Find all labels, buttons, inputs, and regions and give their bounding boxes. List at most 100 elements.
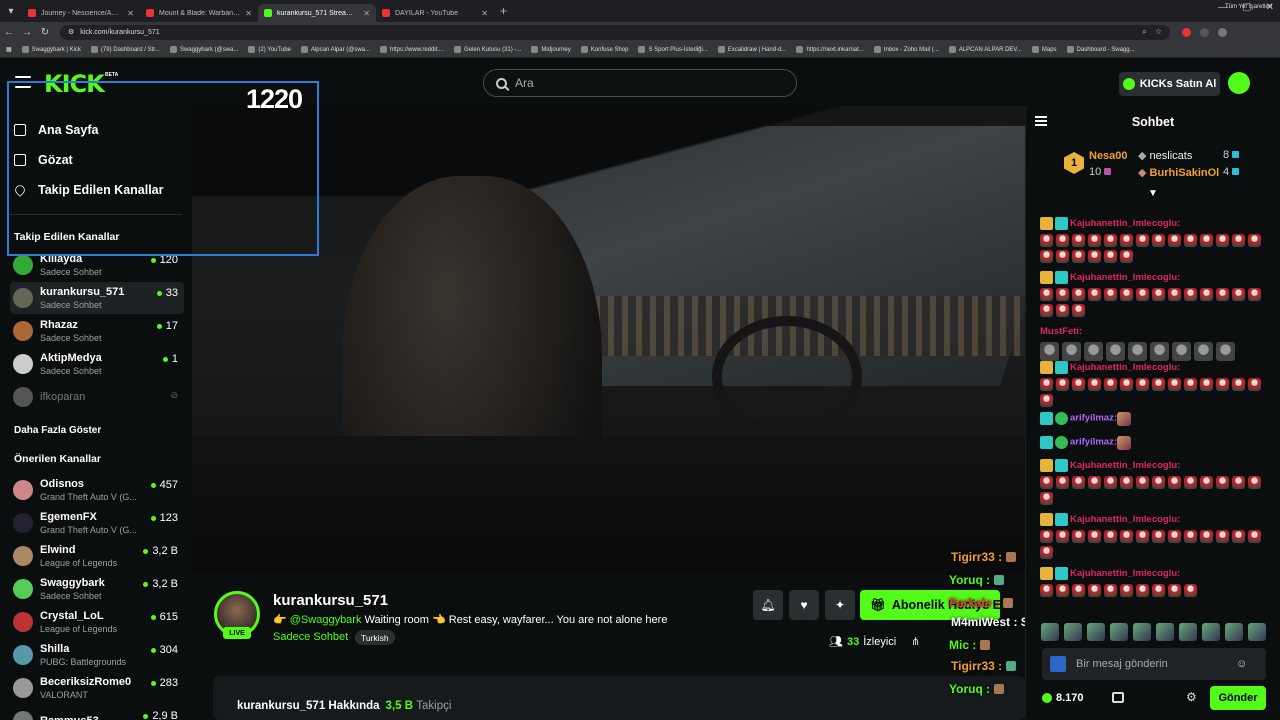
kick-logo[interactable]: KICK [44, 70, 105, 98]
bookmark-item[interactable]: ALPCAN ALPAR DEV... [948, 46, 1022, 53]
all-bookmarks-link[interactable]: Tüm Yer İşaretleri [1225, 4, 1272, 10]
browser-tab[interactable]: DAYILAR - YouTube ✕ [376, 4, 494, 22]
stream-category[interactable]: Sadece Sohbet [273, 631, 348, 643]
kicks-balance[interactable]: 8.170 [1042, 692, 1084, 704]
emote-icon[interactable] [1202, 623, 1220, 641]
channel-row[interactable]: Rammus532,9 B [10, 705, 184, 720]
close-icon[interactable]: ✕ [363, 9, 370, 18]
browser-tab[interactable]: Journey - Nescience/Apotheosis ✕ [22, 4, 140, 22]
share-icon[interactable]: ⋔ [911, 635, 920, 648]
extension-icon[interactable] [1182, 27, 1191, 37]
channel-row[interactable]: Rhazaz Sadece Sohbet 17 [10, 315, 184, 347]
store-icon[interactable] [1112, 692, 1124, 703]
channel-row[interactable]: Crystal_LoL League of Legends 615 [10, 606, 184, 638]
nav-home[interactable]: Ana Sayfa [0, 115, 192, 145]
bookmark-item[interactable]: Maps [1031, 46, 1057, 53]
channel-row[interactable]: BeceriksizRome0 VALORANT 283 [10, 672, 184, 704]
nav-following[interactable]: Takip Edilen Kanallar [0, 175, 192, 205]
leader-second-name[interactable]: ◆ neslicats [1138, 149, 1192, 162]
chat-message-input[interactable] [1076, 658, 1226, 670]
send-button[interactable]: Gönder [1210, 686, 1266, 710]
bookmark-item[interactable]: Gelen Kutusu (31) -... [454, 46, 521, 53]
clip-button[interactable]: ✦ [825, 590, 855, 620]
tab-search-icon[interactable]: ▾ [0, 0, 22, 22]
bookmark-item[interactable]: Excalidraw | Hand-d... [717, 46, 786, 53]
emoji-picker-icon[interactable]: ☺ [1236, 658, 1247, 670]
channel-row[interactable]: Swaggybark Sadece Sohbet 3,2 B [10, 573, 184, 605]
leader-third-name[interactable]: ◆ BurhiSakinOl [1138, 166, 1219, 179]
forward-icon[interactable]: → [18, 27, 36, 38]
channel-row[interactable]: AktipMedya Sadece Sohbet 1 [10, 348, 184, 380]
channel-row[interactable]: Elwind League of Legends 3,2 B [10, 540, 184, 572]
emote-icon[interactable] [1156, 623, 1174, 641]
extension-icon[interactable] [1200, 27, 1209, 37]
chat-username[interactable]: Kajuhanettin_Imlecoglu: [1070, 272, 1180, 283]
apps-icon[interactable]: ▦ [6, 46, 12, 53]
channel-row[interactable]: Shilla PUBG: Battlegrounds 304 [10, 639, 184, 671]
channel-row[interactable]: ifkoparan ⊘ [10, 381, 184, 413]
bookmark-item[interactable]: Midjourney [531, 46, 571, 53]
new-tab-icon[interactable]: + [500, 4, 507, 18]
notification-bell-button[interactable]: 🔔︎ [753, 590, 783, 620]
channel-row[interactable]: EgemenFX Grand Theft Auto V (G... 123 [10, 507, 184, 539]
chat-username[interactable]: Kajuhanettin_Imlecoglu: [1070, 218, 1180, 229]
back-icon[interactable]: ← [0, 27, 18, 38]
browser-tab-active[interactable]: kurankursu_571 Stream - Watch ✕ [258, 4, 376, 22]
emote-icon[interactable] [1225, 623, 1243, 641]
emote-icon[interactable] [1248, 623, 1266, 641]
bookmark-item[interactable]: S Sport Plus-İstediği... [638, 46, 708, 53]
bookmark-item[interactable]: Swaggybark (@swa... [169, 46, 238, 53]
bookmark-item[interactable]: Inbox - Zoho Mail (... [873, 46, 939, 53]
bookmark-star-icon[interactable]: ☆ [1155, 27, 1162, 37]
bookmark-item[interactable]: Alpcan Alpar (@swa... [300, 46, 370, 53]
emote-icon[interactable] [1179, 623, 1197, 641]
chat-username[interactable]: Kajuhanettin_Imlecoglu: [1070, 362, 1180, 373]
collapse-chat-icon[interactable] [1035, 116, 1047, 126]
video-player[interactable] [192, 106, 1025, 574]
channel-row[interactable]: kurankursu_571 Sadece Sohbet 33 [10, 282, 184, 314]
bookmark-item[interactable]: Dashboard - Swagg... [1066, 46, 1135, 53]
streamer-name[interactable]: kurankursu_571 [273, 592, 388, 609]
close-icon[interactable]: ✕ [481, 9, 488, 18]
emote-icon[interactable] [1133, 623, 1151, 641]
bookmark-item[interactable]: https://next.inkarnat... [796, 46, 864, 53]
chat-username[interactable]: Kajuhanettin_Imlecoglu: [1070, 460, 1180, 471]
search-bar[interactable] [483, 69, 797, 97]
channel-row[interactable]: Killayda Sadece Sohbet 120 [10, 249, 184, 281]
emote-icon[interactable] [1087, 623, 1105, 641]
menu-icon[interactable] [15, 76, 31, 88]
chat-input-box[interactable]: ☺ [1042, 648, 1266, 680]
bookmark-item[interactable]: (79) Dashboard / Str... [90, 46, 160, 53]
emote-icon[interactable] [1064, 623, 1082, 641]
close-icon[interactable]: ✕ [245, 9, 252, 18]
emote-icon[interactable] [1110, 623, 1128, 641]
leader-first-name[interactable]: Nesa00 [1089, 150, 1128, 162]
channel-row[interactable]: Odisnos Grand Theft Auto V (G... 457 [10, 474, 184, 506]
language-tag[interactable]: Turkish [355, 630, 395, 645]
title-mention[interactable]: @Swaggybark [290, 614, 362, 626]
show-more-link[interactable]: Daha Fazla Göster [14, 425, 101, 436]
bookmark-item[interactable]: (2) YouTube [248, 46, 291, 53]
chat-username[interactable]: Kajuhanettin_Imlecoglu: [1070, 514, 1180, 525]
bookmark-item[interactable]: Swaggybark | Kick [21, 46, 81, 53]
url-field[interactable]: ⚙ kick.com/kurankursu_571 ⌕ ☆ [60, 24, 1170, 40]
search-input[interactable] [515, 76, 775, 90]
nav-browse[interactable]: Gözat [0, 145, 192, 175]
buy-kicks-button[interactable]: KICKs Satın Al [1119, 72, 1220, 96]
bookmark-item[interactable]: https://www.reddit.... [380, 46, 444, 53]
emote-icon[interactable] [1041, 623, 1059, 641]
gear-icon[interactable]: ⚙ [1186, 690, 1197, 704]
browser-tab[interactable]: Mount & Blade: Warband OST ✕ [140, 4, 258, 22]
chat-username[interactable]: arifyilmaz: [1070, 437, 1117, 448]
chat-username[interactable]: MustFeti: [1040, 326, 1082, 337]
user-avatar[interactable] [1228, 72, 1250, 94]
follow-button[interactable]: ♥ [789, 590, 819, 620]
zoom-icon[interactable]: ⌕ [1142, 27, 1146, 37]
bookmark-item[interactable]: Konfuse Shop [580, 46, 628, 53]
chat-username[interactable]: Kajuhanettin_Imlecoglu: [1070, 568, 1180, 579]
reload-icon[interactable]: ↻ [36, 27, 54, 38]
profile-icon[interactable] [1218, 27, 1227, 37]
site-info-icon[interactable]: ⚙ [68, 28, 74, 36]
expand-leaderboard-icon[interactable]: ▼ [1148, 188, 1158, 199]
close-icon[interactable]: ✕ [127, 9, 134, 18]
